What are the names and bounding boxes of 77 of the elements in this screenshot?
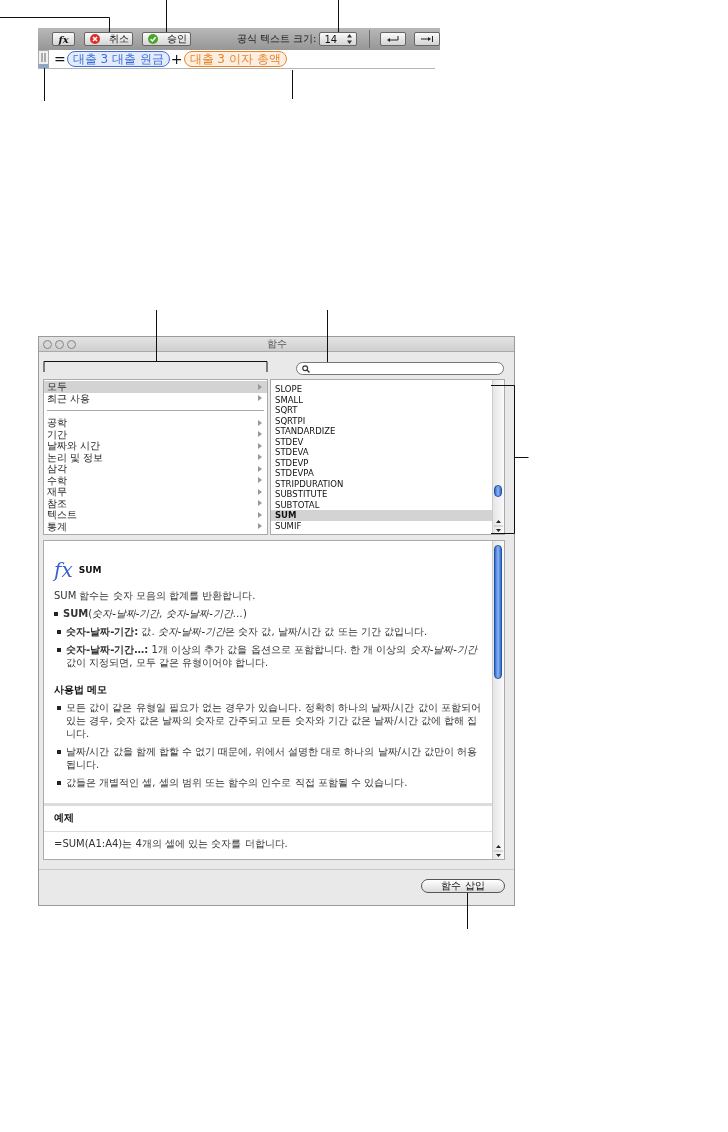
scroll-arrows-icon	[494, 843, 503, 859]
leader-line	[292, 69, 293, 100]
function-item[interactable]: SQRTPI	[271, 415, 492, 426]
search-icon	[302, 364, 310, 373]
bullet-icon	[57, 781, 61, 785]
example-heading: 예제	[44, 806, 492, 832]
cell-handle[interactable]	[38, 50, 49, 68]
text-size-stepper[interactable]: 14	[319, 32, 357, 46]
note-text: 모든 값이 같은 유형일 필요가 없는 경우가 있습니다. 정확히 하나의 날짜/시간 값이 포함되어 있는 경우, 숫자 값은 날짜의 숫자로 간주되고 모든 숫자와 기간 값은 날짜/시간 값에 합해 집니다.	[66, 701, 482, 740]
scroll-arrows-icon	[494, 518, 503, 534]
window-title: 함수	[266, 337, 287, 351]
argument-text: 숫자-날짜-기간: 값. 숫자-날짜-기간은 숫자 값, 날짜/시간 값 또는 기간 값입니다.	[66, 625, 428, 638]
category-item[interactable]: 기간	[44, 428, 267, 440]
close-icon	[90, 34, 101, 44]
summary-text: SUM 함수는 숫자 모음의 합계를 반환합니다.	[54, 589, 257, 602]
note-text: 값들은 개별적인 셀, 셀의 범위 또는 함수의 인수로 직접 포함될 수 있습니다.	[66, 776, 408, 789]
notes-heading: 사용법 메모	[54, 683, 109, 697]
leader-line	[44, 67, 45, 102]
scroll-thumb[interactable]	[494, 545, 502, 679]
function-item[interactable]: STANDARDIZE	[271, 426, 492, 437]
function-item[interactable]: STDEVP	[271, 457, 492, 468]
category-item[interactable]: 재무	[44, 486, 267, 498]
function-item[interactable]: SUBSTITUTE	[271, 489, 492, 500]
category-item[interactable]: 통계	[44, 520, 267, 532]
bullet-icon	[57, 648, 61, 652]
handle-icon	[41, 53, 46, 62]
leader-line	[338, 0, 339, 33]
function-item[interactable]: STDEVA	[271, 447, 492, 458]
category-item[interactable]: 수학	[44, 474, 267, 486]
category-item[interactable]: 텍스트	[44, 509, 267, 521]
scrollbar[interactable]	[492, 380, 504, 534]
syntax-text: SUM(숫자-날짜-기간, 숫자-날짜-기간…)	[63, 607, 247, 620]
function-symbol: fx	[54, 559, 73, 581]
function-item[interactable]: SLOPE	[271, 384, 492, 395]
category-item[interactable]: 참조	[44, 497, 267, 509]
text-size-label: 공식 텍스트 크기:	[236, 32, 317, 46]
category-item[interactable]: 삼각	[44, 463, 267, 475]
checkmark-icon	[148, 34, 158, 44]
function-button[interactable]: fx	[52, 32, 76, 46]
bullet-icon	[57, 750, 61, 754]
leader-line	[467, 892, 468, 930]
formula-operator: +	[170, 51, 183, 67]
leader-line	[327, 309, 328, 363]
function-item[interactable]: STDEVPA	[271, 468, 492, 479]
tab-arrow-icon	[419, 35, 434, 43]
category-item[interactable]: 최근 사용	[44, 392, 267, 404]
accept-button[interactable]: 승인	[142, 32, 191, 46]
bullet-icon	[57, 706, 61, 710]
stepper-arrows-icon	[346, 34, 352, 44]
scroll-thumb[interactable]	[494, 484, 502, 497]
example-text: =SUM(A1:A4)는 4개의 셀에 있는 숫자를 더합니다.	[53, 837, 289, 851]
cancel-button[interactable]: 취소	[84, 32, 133, 46]
scrollbar[interactable]	[492, 541, 504, 859]
search-field[interactable]	[296, 362, 504, 375]
insert-function-button[interactable]: 함수 삽입	[421, 879, 505, 893]
argument-text: 숫자-날짜-기간…: 1개 이상의 추가 값을 옵션으로 포함합니다. 한 개 이상의 숫자-날짜-기간 값이 지정되면, 모두 같은 유형이어야 합니다.	[66, 643, 479, 669]
return-button[interactable]	[379, 32, 406, 46]
function-item[interactable]: STDEV	[271, 436, 492, 447]
bullet-icon	[57, 630, 61, 634]
tab-button[interactable]	[413, 32, 440, 46]
function-item[interactable]: SUMIF	[271, 520, 492, 531]
function-item[interactable]: SQRT	[271, 405, 492, 416]
function-item[interactable]: SMALL	[271, 394, 492, 405]
category-item[interactable]: 논리 및 정보	[44, 451, 267, 463]
bullet-icon	[54, 612, 58, 616]
reference-token[interactable]: 대출 3 대출 원금	[66, 51, 170, 67]
function-name: SUM	[78, 565, 102, 575]
category-item[interactable]: 공학	[44, 417, 267, 429]
category-item[interactable]: 날짜와 시간	[44, 440, 267, 452]
function-item[interactable]: SUBTOTAL	[271, 499, 492, 510]
function-item[interactable]: STRIPDURATION	[271, 478, 492, 489]
formula-operator: =	[54, 51, 66, 67]
category-item[interactable]: 모두	[44, 381, 267, 393]
function-item[interactable]: SUM	[271, 510, 492, 521]
return-arrow-icon	[385, 35, 400, 43]
leader-line	[166, 0, 167, 33]
note-text: 날짜/시간 값을 함께 합할 수 없기 때문에, 위에서 설명한 대로 하나의 날짜/시간 값만이 허용됩니다.	[66, 745, 479, 771]
